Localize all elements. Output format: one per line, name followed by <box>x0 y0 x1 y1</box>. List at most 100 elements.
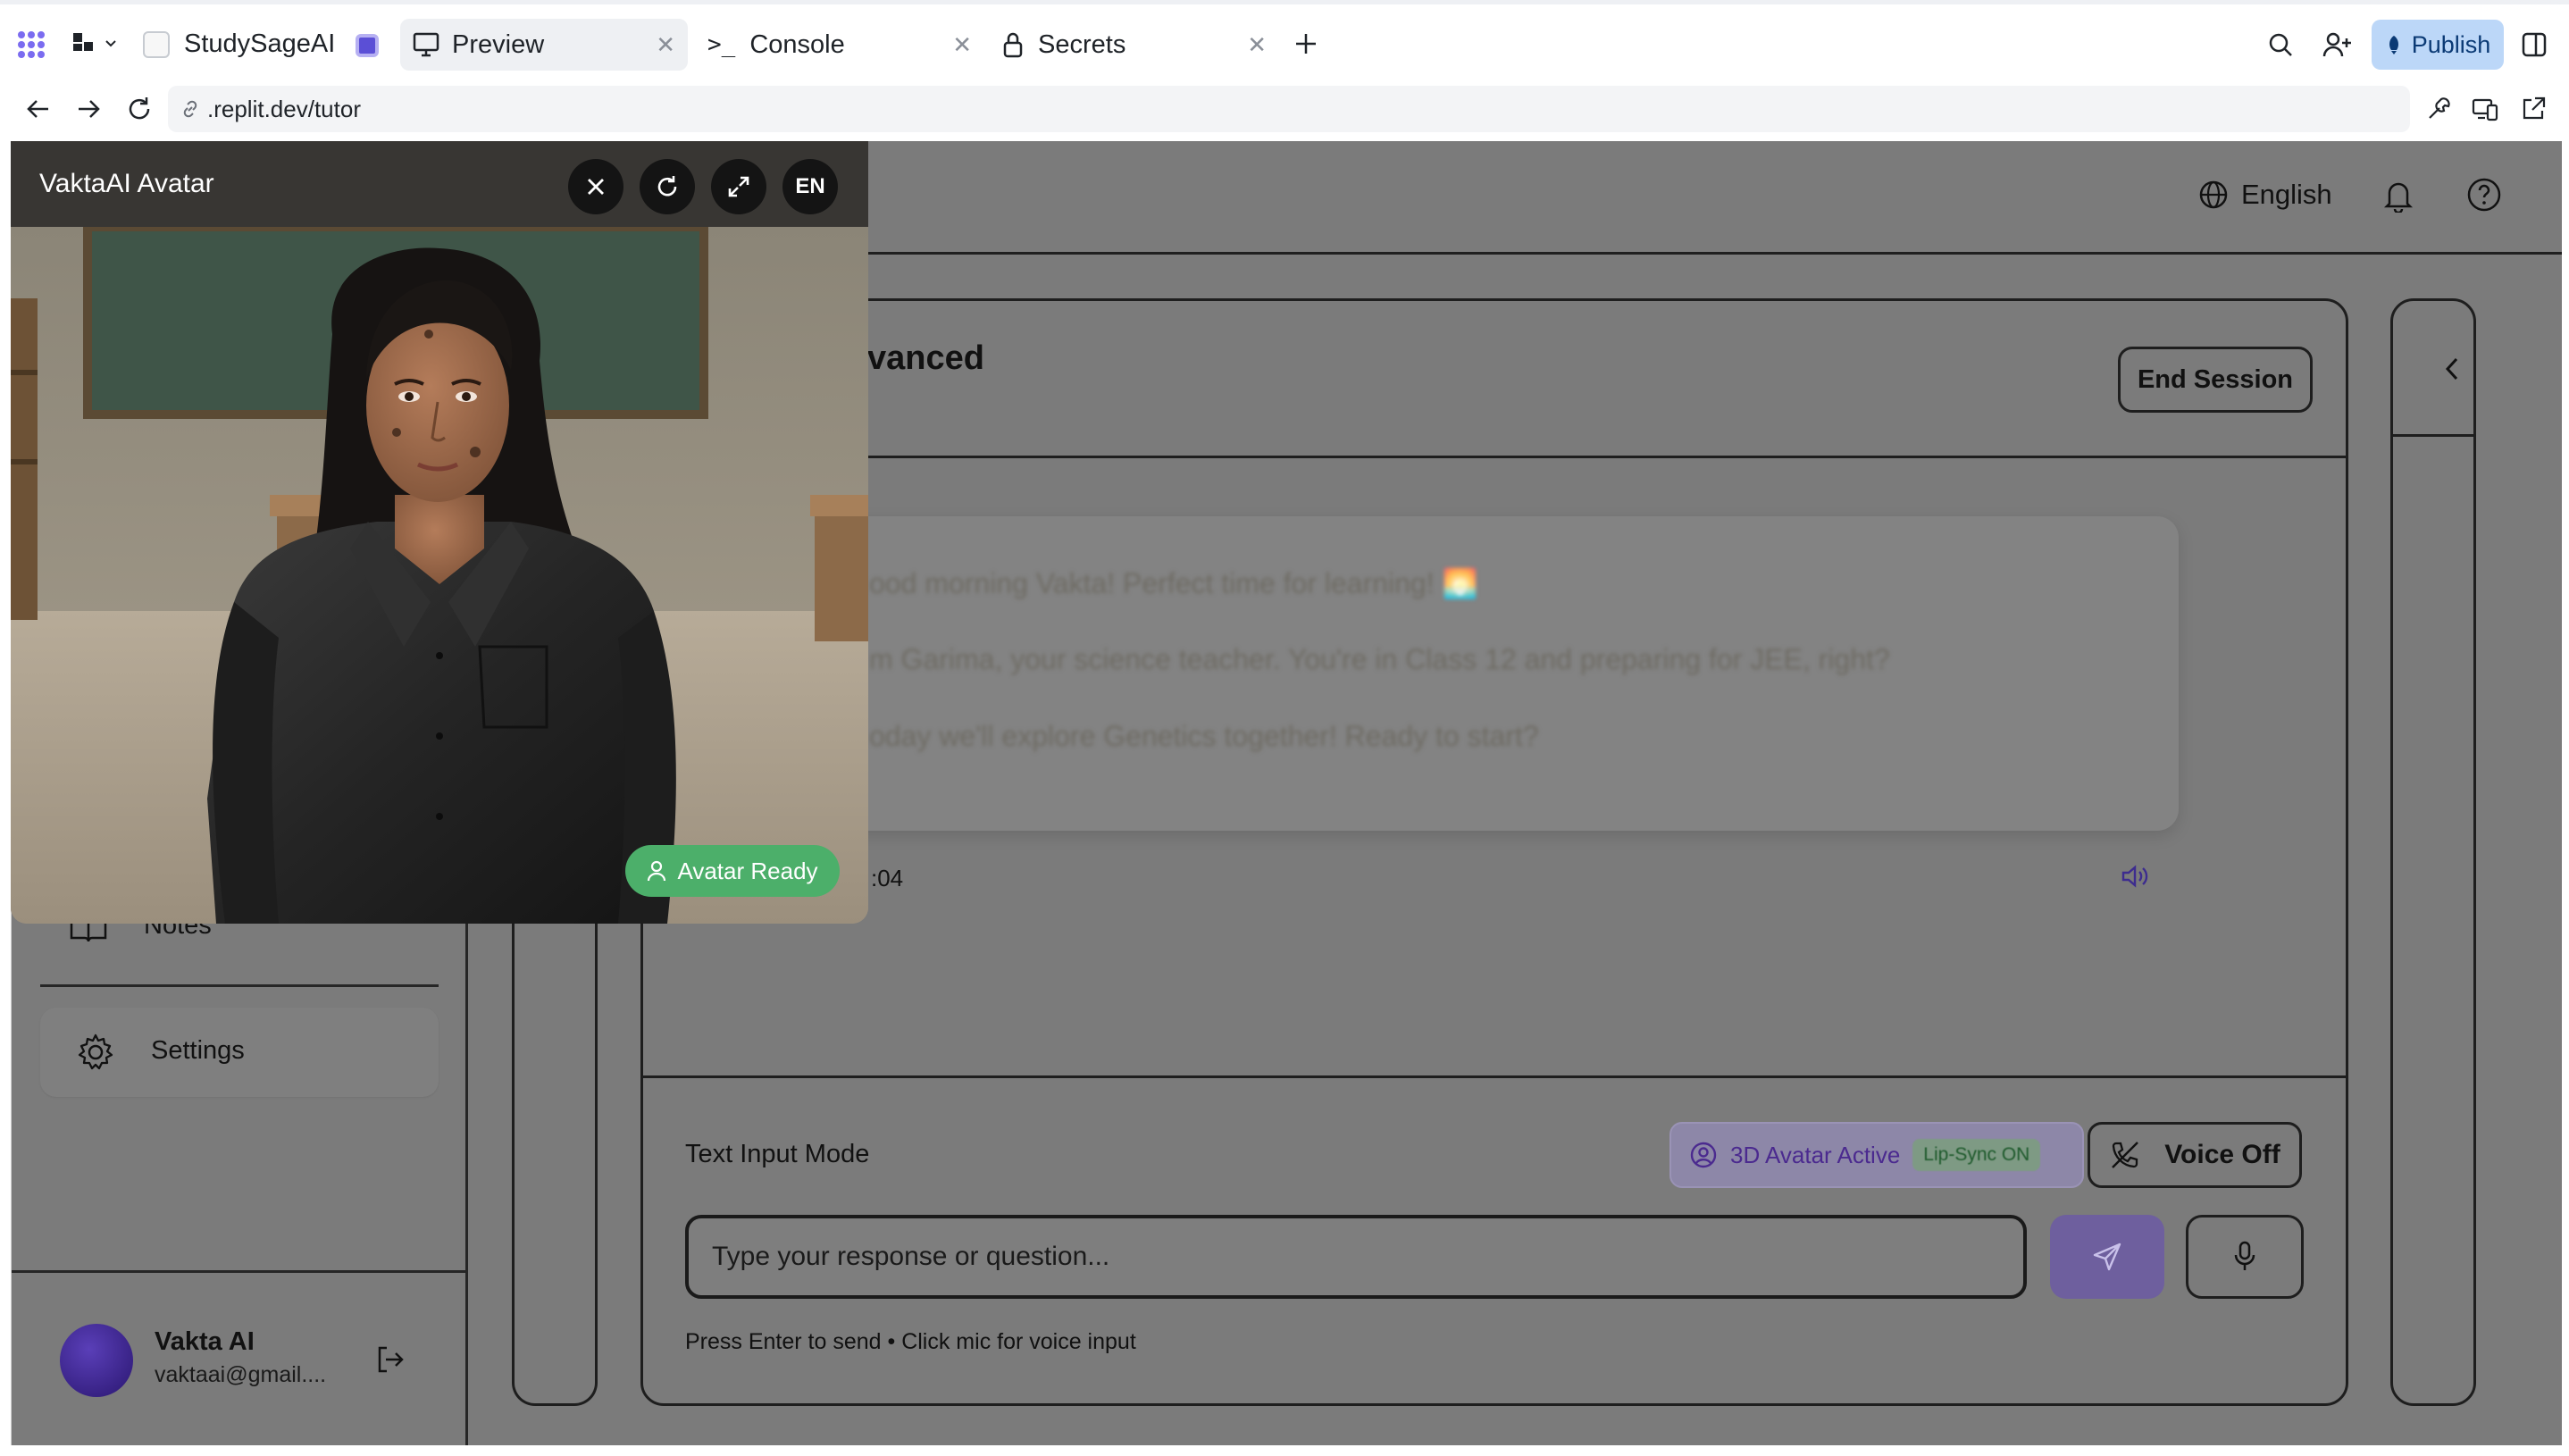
add-user-icon <box>2322 32 2351 57</box>
globe-icon <box>2199 180 2228 209</box>
close-icon[interactable]: ✕ <box>1247 31 1267 59</box>
message-timestamp: :04 <box>871 865 904 891</box>
input-area-divider <box>640 1075 2348 1078</box>
end-session-button[interactable]: End Session <box>2118 347 2313 413</box>
send-icon <box>2093 1243 2121 1271</box>
device-preview-button[interactable] <box>2471 95 2499 123</box>
invite-button[interactable] <box>2322 31 2353 58</box>
avatar-scene-image <box>11 227 868 924</box>
expand-icon <box>728 176 749 197</box>
language-label: English <box>2241 179 2332 210</box>
right-panel-rail <box>2390 298 2476 1406</box>
speaker-icon <box>2121 865 2148 888</box>
toggle-panel-button[interactable] <box>2521 31 2548 58</box>
lock-icon <box>1003 32 1023 58</box>
search-icon <box>2269 33 2292 56</box>
logout-button[interactable] <box>374 1343 406 1376</box>
help-icon <box>2467 178 2501 212</box>
language-selector[interactable]: English <box>2198 179 2332 211</box>
chevron-left-icon <box>2445 357 2458 381</box>
tab-label: Secrets <box>1038 29 1126 59</box>
message-line: m Garima, your science teacher. You're i… <box>869 643 1890 675</box>
external-link-icon <box>2523 96 2546 120</box>
layout-icon <box>73 33 93 51</box>
sidebar-item-label: Settings <box>151 1036 245 1065</box>
new-tab-button[interactable] <box>1293 31 1318 56</box>
avatar-ready-badge: Avatar Ready <box>625 845 840 897</box>
notifications-button[interactable] <box>2382 177 2414 213</box>
session-header-divider <box>640 456 2348 458</box>
rocket-icon <box>2389 36 2398 54</box>
search-button[interactable] <box>2267 31 2294 58</box>
tab-console[interactable]: >_ Console ✕ <box>697 19 984 71</box>
input-hint: Press Enter to send • Click mic for voic… <box>685 1329 1136 1354</box>
devices-icon <box>2472 98 2498 121</box>
sidebar-panel-icon <box>2522 32 2547 57</box>
reload-button[interactable] <box>125 95 154 123</box>
open-new-tab-button[interactable] <box>2519 95 2548 123</box>
workspace-tab-bar: StudySageAI Preview ✕ >_ Console ✕ Secre… <box>0 0 2569 77</box>
voice-toggle-button[interactable]: Voice Off <box>2088 1122 2302 1188</box>
url-text: .replit.dev/tutor <box>207 95 361 122</box>
forward-button[interactable] <box>75 96 102 121</box>
publish-label: Publish <box>2411 30 2491 58</box>
chevron-down-icon <box>105 40 116 47</box>
terminal-icon: >_ <box>707 31 736 58</box>
close-icon[interactable]: ✕ <box>952 31 972 59</box>
session-title: vanced <box>867 339 984 377</box>
user-name: Vakta AI <box>155 1327 255 1356</box>
close-avatar-button[interactable] <box>568 159 623 214</box>
message-line: oday we'll explore Genetics together! Re… <box>869 720 1539 752</box>
avatar-status-label: 3D Avatar Active <box>1730 1141 1901 1168</box>
sidebar-divider <box>40 984 439 987</box>
lipsync-badge: Lip-Sync ON <box>1912 1139 2041 1171</box>
avatar-language-button[interactable]: EN <box>782 159 838 214</box>
tab-label: Preview <box>452 29 545 59</box>
tab-label: Console <box>749 29 845 59</box>
layout-menu-button[interactable] <box>71 31 118 54</box>
microphone-icon <box>2234 1241 2255 1270</box>
refresh-icon <box>657 176 677 197</box>
logout-icon <box>378 1346 404 1373</box>
avatar[interactable] <box>60 1324 133 1397</box>
tab-secrets[interactable]: Secrets ✕ <box>992 19 1279 71</box>
collapse-panel-button[interactable] <box>2443 354 2461 384</box>
url-field[interactable]: .replit.dev/tutor <box>168 86 2410 132</box>
project-name: StudySageAI <box>184 29 336 58</box>
send-button[interactable] <box>2050 1215 2164 1299</box>
avatar-panel: VaktaAI Avatar EN Avatar Ready <box>11 141 868 924</box>
avatar-status-badge: 3D Avatar Active Lip-Sync ON <box>1669 1122 2084 1188</box>
arrow-left-icon <box>27 100 48 118</box>
user-circle-icon <box>1690 1142 1717 1168</box>
close-icon <box>588 179 604 195</box>
refresh-icon <box>129 97 150 120</box>
reload-avatar-button[interactable] <box>640 159 695 214</box>
tab-preview[interactable]: Preview ✕ <box>400 19 688 71</box>
plus-icon <box>1296 34 1316 54</box>
gear-icon <box>78 1033 113 1070</box>
bell-icon <box>2383 182 2414 213</box>
right-rail-divider <box>2390 434 2476 437</box>
message-input[interactable]: Type your response or question... <box>685 1215 2027 1299</box>
voice-toggle-label: Voice Off <box>2164 1140 2280 1169</box>
publish-button[interactable]: Publish <box>2372 20 2504 70</box>
play-audio-button[interactable] <box>2120 863 2150 890</box>
avatar-ready-label: Avatar Ready <box>677 857 818 884</box>
phone-off-icon <box>2112 1142 2139 1168</box>
replit-logo-icon[interactable] <box>16 29 46 60</box>
sidebar-item-settings[interactable]: Settings <box>40 1008 439 1097</box>
project-status-icon <box>356 34 379 57</box>
message-line: ood morning Vakta! Perfect time for lear… <box>869 567 1478 599</box>
project-icon <box>143 30 170 58</box>
fullscreen-avatar-button[interactable] <box>711 159 766 214</box>
back-button[interactable] <box>25 96 52 121</box>
project-name-tab[interactable]: StudySageAI <box>143 29 335 59</box>
monitor-icon <box>413 32 439 57</box>
arrow-right-icon <box>79 100 100 118</box>
preview-url-bar: .replit.dev/tutor <box>0 77 2569 141</box>
mic-button[interactable] <box>2186 1215 2304 1299</box>
link-icon <box>183 100 197 118</box>
devtools-button[interactable] <box>2424 95 2453 123</box>
close-icon[interactable]: ✕ <box>656 31 675 59</box>
help-button[interactable] <box>2466 177 2502 213</box>
